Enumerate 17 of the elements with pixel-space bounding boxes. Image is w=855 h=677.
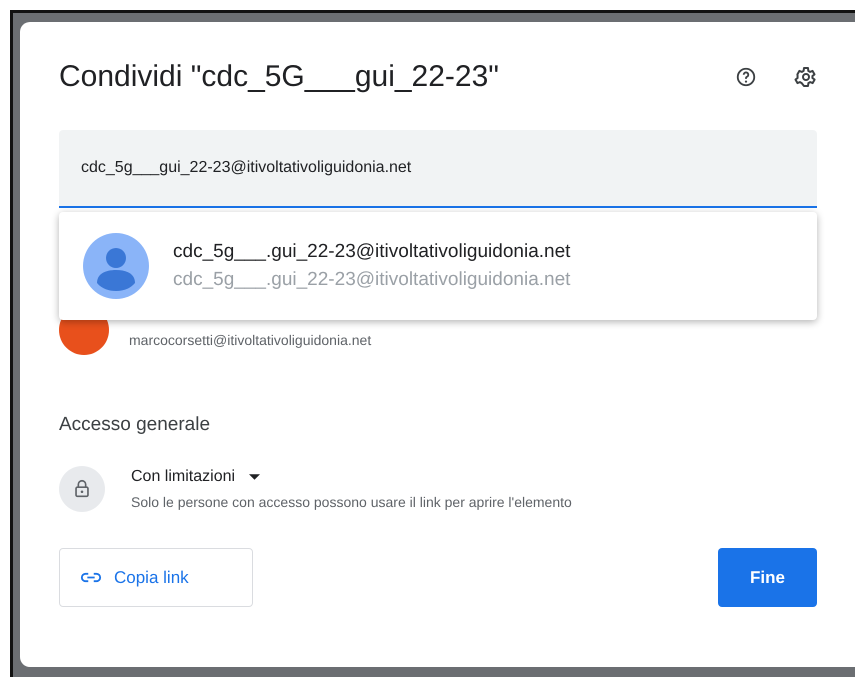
suggestion-item[interactable]: cdc_5g___.gui_22-23@itivoltativoliguidonia.net cdc_5g___.gui_22-23@itivoltativoliguidonia.net: [59, 212, 817, 320]
done-button[interactable]: Fine: [718, 548, 817, 607]
suggestion-email: cdc_5g___.gui_22-23@itivoltativoliguidonia.net: [173, 269, 570, 291]
help-icon[interactable]: [735, 66, 757, 88]
link-icon: [80, 572, 102, 583]
access-dropdown[interactable]: Con limitazioni: [131, 468, 260, 486]
suggestion-name: cdc_5g___.gui_22-23@itivoltativoliguidonia.net: [173, 241, 570, 263]
dialog-title: Condividi "cdc_5G___gui_22-23": [59, 60, 500, 94]
caret-icon: [249, 474, 260, 480]
section-heading: Accesso generale: [59, 414, 212, 436]
access-description: Solo le persone con accesso possono usare il link per aprire l'elemento: [131, 494, 572, 510]
settings-icon[interactable]: [793, 65, 817, 89]
copy-link-button[interactable]: Copia link: [59, 548, 253, 607]
owner-email: marcocorsetti@itivoltativoliguidonia.net: [129, 332, 372, 348]
person-avatar-icon: [83, 233, 149, 299]
lock-icon: [59, 466, 105, 512]
recipient-field[interactable]: cdc_5g___gui_22-23@itivoltativoliguidonia.net: [59, 130, 817, 208]
